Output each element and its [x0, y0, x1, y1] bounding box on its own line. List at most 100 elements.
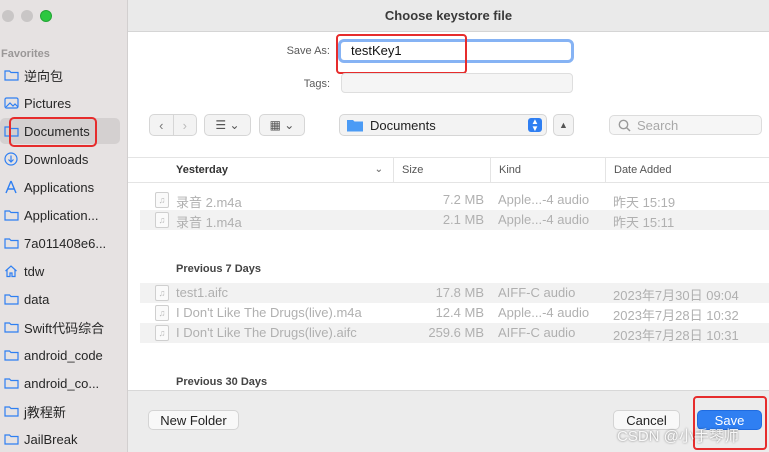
zoom-window-button[interactable] [40, 10, 52, 22]
list-view-icon: ☰ ⌄ [215, 118, 240, 132]
photo-icon [3, 95, 19, 111]
sidebar-item-label: Documents [24, 123, 90, 139]
file-size: 7.2 MB [442, 192, 484, 207]
file-row[interactable]: ♫ I Don't Like The Drugs(live).m4a 12.4 … [140, 303, 769, 323]
file-name: test1.aifc [176, 285, 229, 300]
sidebar-item-android-code[interactable]: android_code [0, 342, 120, 368]
sidebar-item-j-tutorial[interactable]: j教程新 [0, 398, 120, 424]
file-name: I Don't Like The Drugs(live).m4a [176, 305, 362, 320]
folder-icon [3, 319, 19, 335]
file-name: I Don't Like The Drugs(live).aifc [176, 325, 357, 340]
sidebar-item-label: data [24, 291, 50, 307]
sidebar-item-jailbreak[interactable]: JailBreak [0, 426, 120, 452]
column-header-row: Yesterday ⌄ Size Kind Date Added [128, 157, 769, 183]
chevron-right-icon: › [182, 117, 187, 133]
search-field[interactable]: Search [609, 115, 762, 135]
sidebar-item-label: Application... [24, 207, 99, 223]
favorites-heading: Favorites [1, 48, 50, 60]
save-dialog: Choose keystore file Save As: testKey1 T… [128, 0, 769, 452]
home-icon [3, 263, 19, 279]
column-name-header[interactable]: Yesterday ⌄ [128, 158, 393, 182]
sidebar-item-label: Downloads [24, 151, 89, 167]
file-kind: Apple...-4 audio [498, 192, 590, 207]
file-row[interactable]: ♫ 录音 1.m4a 2.1 MB Apple...-4 audio 昨天 15… [140, 210, 769, 230]
sidebar-item-7a011408e6[interactable]: 7a011408e6... [0, 230, 120, 256]
chevron-up-icon: ▲ [559, 120, 568, 130]
file-date-added: 2023年7月30日 09:04 [613, 288, 739, 303]
folder-icon [3, 375, 19, 391]
section-previous-7-days: Previous 7 Days [176, 263, 261, 275]
column-kind-header[interactable]: Kind [490, 158, 605, 182]
section-previous-30-days: Previous 30 Days [176, 376, 268, 388]
sidebar-item-applications[interactable]: Applications [0, 174, 120, 200]
new-folder-button[interactable]: New Folder [148, 410, 239, 430]
back-button[interactable]: ‹ [150, 115, 173, 135]
folder-icon [3, 403, 19, 419]
list-view-button[interactable]: ☰ ⌄ [204, 114, 251, 136]
file-name: 录音 2.m4a [176, 195, 242, 210]
sidebar-item-documents[interactable]: Documents [0, 118, 120, 144]
folder-icon [3, 207, 19, 223]
save-as-label: Save As: [286, 45, 330, 57]
file-date-added: 昨天 15:11 [613, 215, 675, 230]
file-kind: Apple...-4 audio [498, 212, 590, 227]
audio-file-icon: ♫ [155, 212, 169, 228]
sidebar-item-downloads[interactable]: Downloads [0, 146, 120, 172]
sidebar-item-label: tdw [24, 263, 45, 279]
sidebar-item-label: 逆向包 [24, 68, 64, 84]
file-name: 录音 1.m4a [176, 215, 242, 230]
file-size: 17.8 MB [435, 285, 484, 300]
popup-stepper-icon: ▲ ▼ [528, 118, 542, 133]
sidebar-item-label: Applications [24, 179, 95, 195]
tags-input[interactable] [341, 73, 573, 93]
minimize-window-button[interactable] [21, 10, 33, 22]
folder-icon [3, 291, 19, 307]
applications-icon [3, 179, 19, 195]
column-size-header[interactable]: Size [393, 158, 490, 182]
folder-icon [3, 235, 19, 251]
chevron-down-icon: ⌄ [374, 164, 383, 175]
tags-label: Tags: [303, 78, 330, 90]
file-kind: AIFF-C audio [498, 285, 576, 300]
sidebar-item-label: 7a011408e6... [24, 235, 107, 251]
file-size: 12.4 MB [435, 305, 484, 320]
file-row[interactable]: ♫ test1.aifc 17.8 MB AIFF-C audio 2023年7… [140, 283, 769, 303]
audio-file-icon: ♫ [155, 192, 169, 208]
audio-file-icon: ♫ [155, 305, 169, 321]
sidebar: Favorites 逆向包 Pictures Documents Downloa… [0, 0, 128, 452]
location-popup[interactable]: Documents ▲ ▼ [339, 114, 547, 136]
file-size: 2.1 MB [442, 212, 484, 227]
close-window-button[interactable] [2, 10, 14, 22]
file-row[interactable]: ♫ 录音 2.m4a 7.2 MB Apple...-4 audio 昨天 15… [140, 190, 769, 210]
sidebar-item-data[interactable]: data [0, 286, 120, 312]
sidebar-item-android-co[interactable]: android_co... [0, 370, 120, 396]
sidebar-item-swift[interactable]: Swift代码综合 [0, 314, 120, 340]
sidebar-item-label: JailBreak [24, 431, 78, 447]
folder-icon [347, 120, 363, 132]
dialog-footer: New Folder Cancel Save CSDN @小手琴师 [128, 390, 769, 452]
sidebar-item-nixiangbao[interactable]: 逆向包 [0, 62, 120, 88]
sidebar-item-label: Pictures [24, 95, 71, 111]
file-row[interactable]: ♫ I Don't Like The Drugs(live).aifc 259.… [140, 323, 769, 343]
sidebar-item-label: j教程新 [24, 404, 66, 420]
save-as-input[interactable]: testKey1 [338, 39, 574, 63]
folder-icon [3, 431, 19, 447]
forward-button[interactable]: › [172, 115, 197, 135]
group-by-button[interactable]: ▦ ⌄ [259, 114, 305, 136]
folder-icon [3, 347, 19, 363]
navigation-buttons: ‹ › [149, 114, 197, 136]
sidebar-item-tdw[interactable]: tdw [0, 258, 120, 284]
watermark: CSDN @小手琴师 [617, 428, 739, 445]
file-date-added: 2023年7月28日 10:31 [613, 328, 739, 343]
window-controls [2, 10, 52, 22]
sidebar-item-application-support[interactable]: Application... [0, 202, 120, 228]
column-date-added-header[interactable]: Date Added [605, 158, 769, 182]
sidebar-item-label: android_co... [24, 375, 100, 391]
audio-file-icon: ♫ [155, 325, 169, 341]
sidebar-item-pictures[interactable]: Pictures [0, 90, 120, 116]
file-kind: AIFF-C audio [498, 325, 576, 340]
chevron-left-icon: ‹ [159, 117, 164, 133]
sidebar-item-label: Swift代码综合 [24, 320, 105, 336]
document-icon [3, 123, 19, 139]
expand-collapse-button[interactable]: ▲ [553, 114, 574, 136]
